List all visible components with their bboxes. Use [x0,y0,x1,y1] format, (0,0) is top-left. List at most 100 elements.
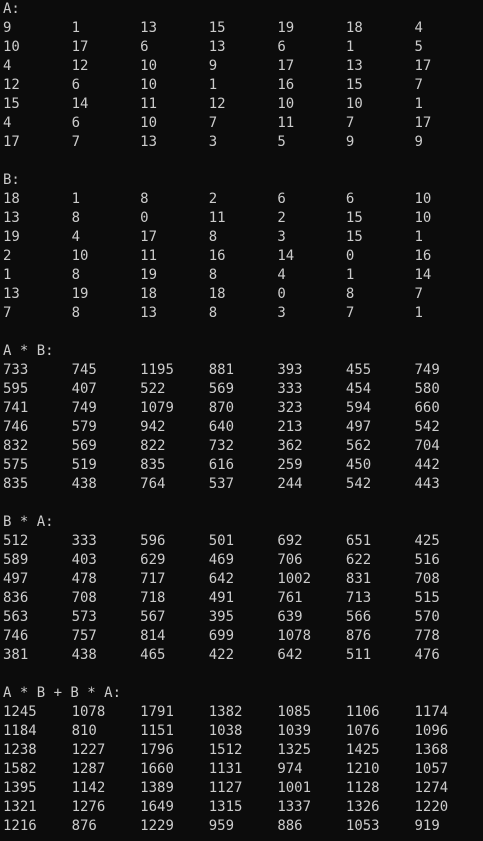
matrix-cell: 1053 [345,818,380,834]
matrix-cell: 19 [140,267,158,283]
matrix-cell: 362 [277,438,303,454]
matrix-cell: 746 [3,628,29,644]
matrix-row: 1321 1276 1649 1315 1337 1326 1220 [0,798,483,817]
matrix-cell: 333 [71,533,97,549]
matrix-row: 595 407 522 569 333 454 580 [0,380,483,399]
matrix-cell: 651 [345,533,372,549]
matrix-cell: 12 [71,58,89,74]
matrix-cell: 567 [140,609,166,625]
matrix-row: 835 438 764 537 244 542 443 [0,475,483,494]
matrix-cell: 0 [345,248,355,264]
matrix-cell: 596 [140,533,166,549]
matrix-cell: 1078 [71,704,106,720]
matrix-cell: 8 [71,305,81,321]
matrix-cell: 7 [208,115,218,131]
matrix-cell: 4 [3,115,12,131]
matrix-cell: 778 [414,628,440,644]
matrix-row: 1184 810 1151 1038 1039 1076 1096 [0,722,483,741]
matrix-cell: 573 [71,609,97,625]
matrix-cell: 1337 [277,799,312,815]
matrix-cell: 1245 [3,704,37,720]
matrix-cell: 16 [208,248,226,264]
matrix-cell: 1128 [345,780,380,796]
matrix-cell: 1 [71,191,81,207]
matrix-cell: 8 [71,267,81,283]
matrix-cell: 10 [3,39,20,55]
matrix-cell: 1174 [414,704,449,720]
matrix-row: 4 12 10 9 17 13 17 [0,57,483,76]
matrix-cell: 542 [414,419,440,435]
matrix-cell: 454 [345,381,372,397]
matrix-cell: 1368 [414,742,449,758]
matrix-row: 512 333 596 501 692 651 425 [0,532,483,551]
matrix-cell: 835 [140,457,166,473]
matrix-cell: 622 [345,552,372,568]
matrix-row: 746 757 814 699 1078 876 778 [0,627,483,646]
matrix-cell: 469 [208,552,235,568]
matrix-cell: 1315 [208,799,243,815]
matrix-row: 575 519 835 616 259 450 442 [0,456,483,475]
matrix-cell: 465 [140,647,166,663]
matrix-cell: 8 [208,305,218,321]
matrix-cell: 10 [414,191,432,207]
matrix-cell: 333 [277,381,303,397]
matrix-row: 746 579 942 640 213 497 542 [0,418,483,437]
matrix-cell: 213 [277,419,303,435]
matrix-cell: 708 [71,590,97,606]
matrix-cell: 4 [414,20,423,36]
matrix-row: 563 573 567 395 639 566 570 [0,608,483,627]
matrix-cell: 1582 [3,761,37,777]
matrix-cell: 6 [345,191,355,207]
matrix-cell: 822 [140,438,166,454]
matrix-cell: 1078 [277,628,312,644]
matrix-cell: 511 [345,647,372,663]
matrix-cell: 1216 [3,818,37,834]
matrix-cell: 9 [345,134,355,150]
matrix-cell: 407 [71,381,97,397]
console-output: A: 9 1 13 15 19 18 4 10 17 6 13 6 1 5 4 12 10 9 17 13 17 12 6 10… [0,0,483,841]
matrix-cell: 8 [140,191,149,207]
matrix-cell: 443 [414,476,440,492]
matrix-cell: 15 [345,229,363,245]
matrix-cell: 7 [71,134,81,150]
matrix-cell: 569 [208,381,235,397]
matrix-cell: 1131 [208,761,243,777]
matrix-cell: 692 [277,533,303,549]
matrix-cell: 13 [3,210,20,226]
matrix-cell: 764 [140,476,166,492]
matrix-cell: 629 [140,552,166,568]
matrix-cell: 381 [3,647,29,663]
matrix-cell: 1649 [140,799,174,815]
matrix-cell: 9 [3,20,12,36]
matrix-cell: 1 [414,305,423,321]
matrix-row: 832 569 822 732 362 562 704 [0,437,483,456]
matrix-cell: 10 [71,248,89,264]
matrix-cell: 13 [140,134,158,150]
matrix-cell: 17 [414,115,432,131]
matrix-cell: 15 [208,20,226,36]
matrix-row: 1245 1078 1791 1382 1085 1106 1174 [0,703,483,722]
matrix-cell: 4 [71,229,81,245]
matrix-row: 18 1 8 2 6 6 10 [0,190,483,209]
matrix-cell: 7 [414,77,423,93]
matrix-cell: 594 [345,400,372,416]
matrix-cell: 881 [208,362,235,378]
matrix-row: 733 745 1195 881 393 455 749 [0,361,483,380]
matrix-row: 1 8 19 8 4 1 14 [0,266,483,285]
matrix-cell: 8 [208,267,218,283]
matrix-cell: 569 [71,438,97,454]
matrix-cell: 6 [277,191,286,207]
matrix-cell: 835 [3,476,29,492]
matrix-cell: 5 [277,134,286,150]
matrix-cell: 1321 [3,799,37,815]
matrix-cell: 442 [414,457,440,473]
matrix-cell: 7 [345,305,355,321]
matrix-cell: 1238 [3,742,37,758]
matrix-cell: 749 [71,400,97,416]
matrix-cell: 580 [414,381,440,397]
matrix-cell: 14 [71,96,89,112]
matrix-label: B: [3,172,20,188]
matrix-cell: 8 [345,286,355,302]
